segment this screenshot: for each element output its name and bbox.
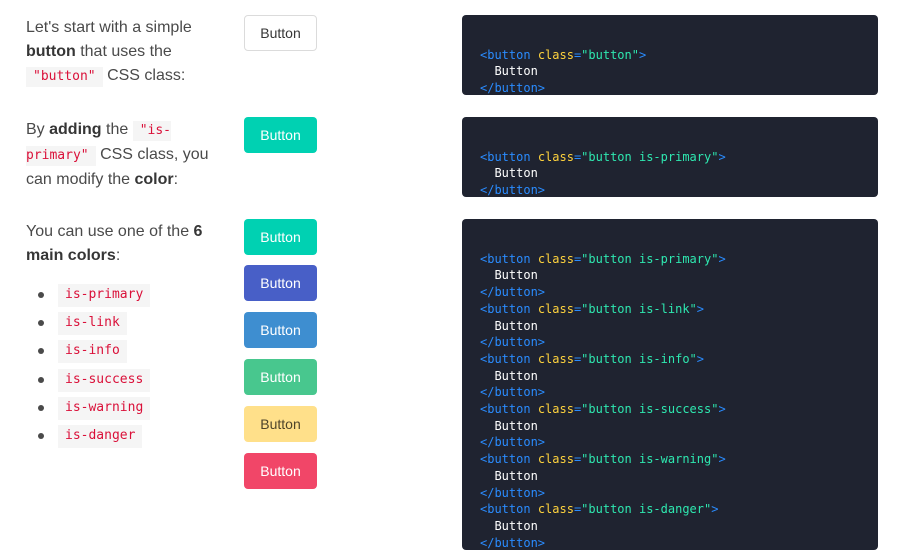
bullet-icon — [38, 348, 44, 355]
inline-code-color: is-warning — [58, 396, 151, 420]
bold-color: color — [134, 171, 174, 188]
code-block-colors: <button class="button is-primary"> Butto… — [462, 219, 878, 550]
bold-adding: adding — [49, 121, 102, 138]
list-item: is-link — [26, 312, 150, 340]
inline-code-color: is-success — [58, 368, 151, 392]
inline-code-color: is-link — [58, 312, 127, 336]
code-block-simple: <button class="button"> Button </button> — [462, 15, 878, 95]
bullet-icon — [38, 432, 44, 439]
demo-button-warning[interactable]: Button — [244, 406, 317, 442]
bullet-icon — [38, 376, 44, 383]
list-item: is-danger — [26, 424, 150, 453]
demo-button-default[interactable]: Button — [244, 15, 317, 51]
demo-button-primary-2[interactable]: Button — [244, 219, 317, 255]
description-simple: Let's start with a simple button that us… — [26, 16, 226, 89]
inline-code-button: "button" — [26, 67, 103, 87]
list-item: is-warning — [26, 396, 151, 425]
description-colors: You can use one of the 6 main colors: — [26, 223, 203, 264]
list-item: is-info — [26, 340, 150, 368]
demo-button-primary[interactable]: Button — [244, 117, 317, 153]
demo-button-link[interactable]: Button — [244, 265, 317, 301]
bullet-icon — [38, 404, 44, 411]
inline-code-color: is-primary — [58, 284, 151, 307]
list-item: is-success — [26, 368, 151, 397]
color-class-list: is-primary is-link is-info is-success is… — [26, 284, 151, 453]
list-item: is-primary — [26, 284, 151, 312]
bold-button: button — [26, 43, 76, 60]
description-primary: By adding the "is-primary" CSS class, yo… — [26, 121, 209, 188]
code-block-primary: <button class="button is-primary"> Butto… — [462, 117, 878, 197]
demo-button-danger[interactable]: Button — [244, 453, 317, 489]
demo-button-success[interactable]: Button — [244, 359, 317, 395]
demo-button-info[interactable]: Button — [244, 312, 317, 348]
inline-code-color: is-danger — [58, 424, 143, 448]
bullet-icon — [38, 292, 44, 298]
inline-code-color: is-info — [58, 340, 127, 364]
bullet-icon — [38, 320, 44, 327]
